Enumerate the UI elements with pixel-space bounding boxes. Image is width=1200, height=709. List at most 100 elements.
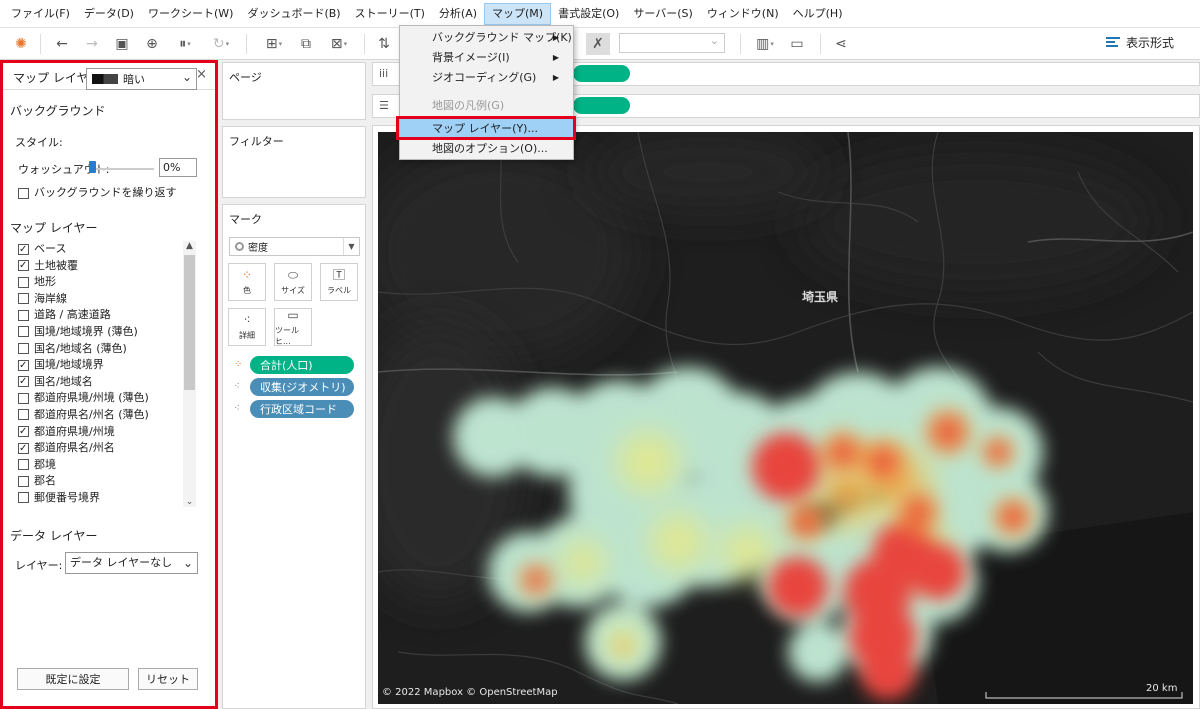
layer-checkbox[interactable] — [18, 276, 29, 288]
save-icon[interactable]: ▣ — [112, 33, 132, 55]
close-icon[interactable]: × — [196, 67, 207, 82]
new-datasource-icon[interactable]: ⊕ — [142, 33, 162, 55]
menu-file[interactable]: ファイル(F) — [4, 3, 77, 25]
menu-geocoding[interactable]: ジオコーディング(G) ▶ — [400, 68, 573, 88]
label-button[interactable]: 🅃 ラベル — [320, 263, 358, 301]
map-layer-item[interactable]: 道路 / 高速道路 — [18, 307, 184, 324]
layer-checkbox[interactable] — [18, 459, 29, 471]
map-layer-item[interactable]: 都道府県名/州名 — [18, 440, 184, 457]
layer-checkbox[interactable] — [18, 309, 29, 321]
scrollbar-thumb[interactable] — [184, 255, 195, 390]
map-layer-item[interactable]: 都道府県名/州名 (薄色) — [18, 407, 184, 424]
data-layer-select[interactable]: データ レイヤーなし ⌄ — [65, 552, 198, 574]
set-default-button[interactable]: 既定に設定 — [17, 668, 129, 690]
layer-checkbox[interactable] — [18, 492, 29, 504]
menu-map-options[interactable]: 地図のオプション(O)... — [400, 139, 573, 159]
map-layer-item[interactable]: 都道府県境/州境 — [18, 424, 184, 441]
layer-checkbox[interactable] — [18, 358, 29, 374]
menu-window[interactable]: ウィンドウ(N) — [700, 3, 786, 25]
layer-checkbox[interactable] — [18, 441, 29, 457]
layer-checkbox[interactable] — [18, 392, 29, 404]
toolbar-divider — [364, 34, 365, 54]
layer-checkbox[interactable] — [18, 475, 29, 487]
layer-checkbox[interactable] — [18, 409, 29, 421]
map-layer-item[interactable]: 海岸線 — [18, 291, 184, 308]
map-layer-item[interactable]: 国名/地域名 (薄色) — [18, 341, 184, 358]
chevron-down-icon[interactable]: ⌄ — [183, 497, 196, 507]
columns-pill[interactable] — [573, 65, 630, 82]
pause-updates-icon[interactable]: ⏸ ▾ — [170, 33, 200, 55]
size-button[interactable]: ⬭ サイズ — [274, 263, 312, 301]
toolbar-divider — [40, 34, 41, 54]
tableau-logo-icon[interactable]: ✺ — [10, 33, 32, 55]
pin-clear-icon[interactable]: ✗ — [586, 33, 610, 55]
menu-story[interactable]: ストーリー(T) — [348, 3, 432, 25]
map-layer-item[interactable]: 土地被覆 — [18, 258, 184, 275]
map-layer-item[interactable]: 国名/地域名 — [18, 374, 184, 391]
refresh-icon[interactable]: ↻ ▾ — [206, 33, 236, 55]
pages-card[interactable]: ページ — [222, 62, 366, 120]
color-button[interactable]: ⁘ 色 — [228, 263, 266, 301]
menu-background-image[interactable]: 背景イメージ(I) ▶ — [400, 48, 573, 68]
swap-icon[interactable]: ⇅ — [374, 33, 394, 55]
chevron-up-icon[interactable]: ▲ — [183, 241, 196, 251]
map-view[interactable]: 埼玉県 © 2022 Mapbox © OpenStreetMap 20 km — [378, 132, 1193, 704]
back-arrow-icon[interactable]: ← — [52, 33, 72, 55]
map-layer-item[interactable]: 地形 — [18, 274, 184, 291]
show-me-button[interactable]: 表示形式 — [1106, 34, 1174, 51]
duplicate-icon[interactable]: ⧉ — [296, 33, 316, 55]
filters-card[interactable]: フィルター — [222, 126, 366, 198]
presentation-icon[interactable]: ▭ — [786, 33, 808, 55]
layer-checkbox[interactable] — [18, 326, 29, 338]
map-layer-item[interactable]: 国境/地域境界 — [18, 357, 184, 374]
map-layer-item[interactable]: 都道府県境/州境 (薄色) — [18, 390, 184, 407]
menu-analysis[interactable]: 分析(A) — [432, 3, 484, 25]
pill-admin-code[interactable]: 行政区域コード — [250, 400, 354, 418]
data-layer-section-title: データ レイヤー — [10, 529, 98, 543]
map-attribution[interactable]: © 2022 Mapbox © OpenStreetMap — [382, 687, 558, 698]
map-layer-item[interactable]: ベース — [18, 241, 184, 258]
repeat-background-row[interactable]: バックグラウンドを繰り返す — [18, 184, 177, 200]
mark-type-select[interactable]: 密度 ▼ — [229, 237, 360, 256]
menu-worksheet[interactable]: ワークシート(W) — [141, 3, 240, 25]
share-icon[interactable]: ⋖ — [830, 33, 852, 55]
layer-checkbox[interactable] — [18, 343, 29, 355]
rows-pill[interactable] — [573, 97, 630, 114]
menu-map[interactable]: マップ(M) — [484, 2, 552, 25]
map-layer-item[interactable]: 郡名 — [18, 473, 184, 490]
map-layer-item[interactable]: 郡境 — [18, 457, 184, 474]
chevron-right-icon: ▶ — [552, 73, 559, 82]
clear-sheet-icon[interactable]: ⊠ ▾ — [324, 33, 354, 55]
style-select[interactable]: 暗い ⌄ — [86, 68, 197, 90]
layer-checkbox[interactable] — [18, 374, 29, 391]
layer-checkbox[interactable] — [18, 242, 29, 258]
menu-dashboard[interactable]: ダッシュボード(B) — [240, 3, 347, 25]
map-layer-item[interactable]: 国境/地域境界 (薄色) — [18, 324, 184, 341]
washout-input[interactable]: 0% — [159, 158, 197, 177]
layer-list-scrollbar[interactable]: ▲ ⌄ — [183, 241, 196, 507]
layer-checkbox[interactable] — [18, 424, 29, 441]
layer-label: 都道府県境/州境 — [34, 424, 115, 438]
new-worksheet-icon[interactable]: ⊞ ▾ — [258, 33, 290, 55]
pill-sum-population[interactable]: 合計(人口) — [250, 356, 354, 374]
tooltip-button[interactable]: ▭ ツールヒ... — [274, 308, 312, 346]
reset-button[interactable]: リセット — [138, 668, 198, 690]
washout-slider-thumb[interactable] — [89, 161, 96, 173]
layer-checkbox[interactable] — [18, 293, 29, 305]
map-layer-item[interactable]: 郵便番号境界 — [18, 490, 184, 507]
menu-server[interactable]: サーバー(S) — [626, 3, 699, 25]
repeat-background-checkbox[interactable] — [18, 187, 29, 199]
menu-data[interactable]: データ(D) — [77, 3, 141, 25]
color-dots-icon: ⁘ — [241, 268, 253, 282]
menu-help[interactable]: ヘルプ(H) — [786, 3, 850, 25]
pill-collect-geometry[interactable]: 収集(ジオメトリ) — [250, 378, 354, 396]
menu-format[interactable]: 書式設定(O) — [551, 3, 626, 25]
fit-view-icon[interactable]: ▥ ▾ — [750, 33, 780, 55]
detail-button[interactable]: ⁖ 詳細 — [228, 308, 266, 346]
layer-checkbox[interactable] — [18, 258, 29, 275]
menu-background-map[interactable]: バックグラウンド マップ(K) ▶ — [400, 28, 573, 48]
forward-arrow-icon[interactable]: → — [82, 33, 102, 55]
fit-dropdown[interactable] — [619, 33, 725, 53]
washout-slider-track[interactable] — [91, 168, 154, 170]
style-value: 暗い — [123, 73, 145, 86]
